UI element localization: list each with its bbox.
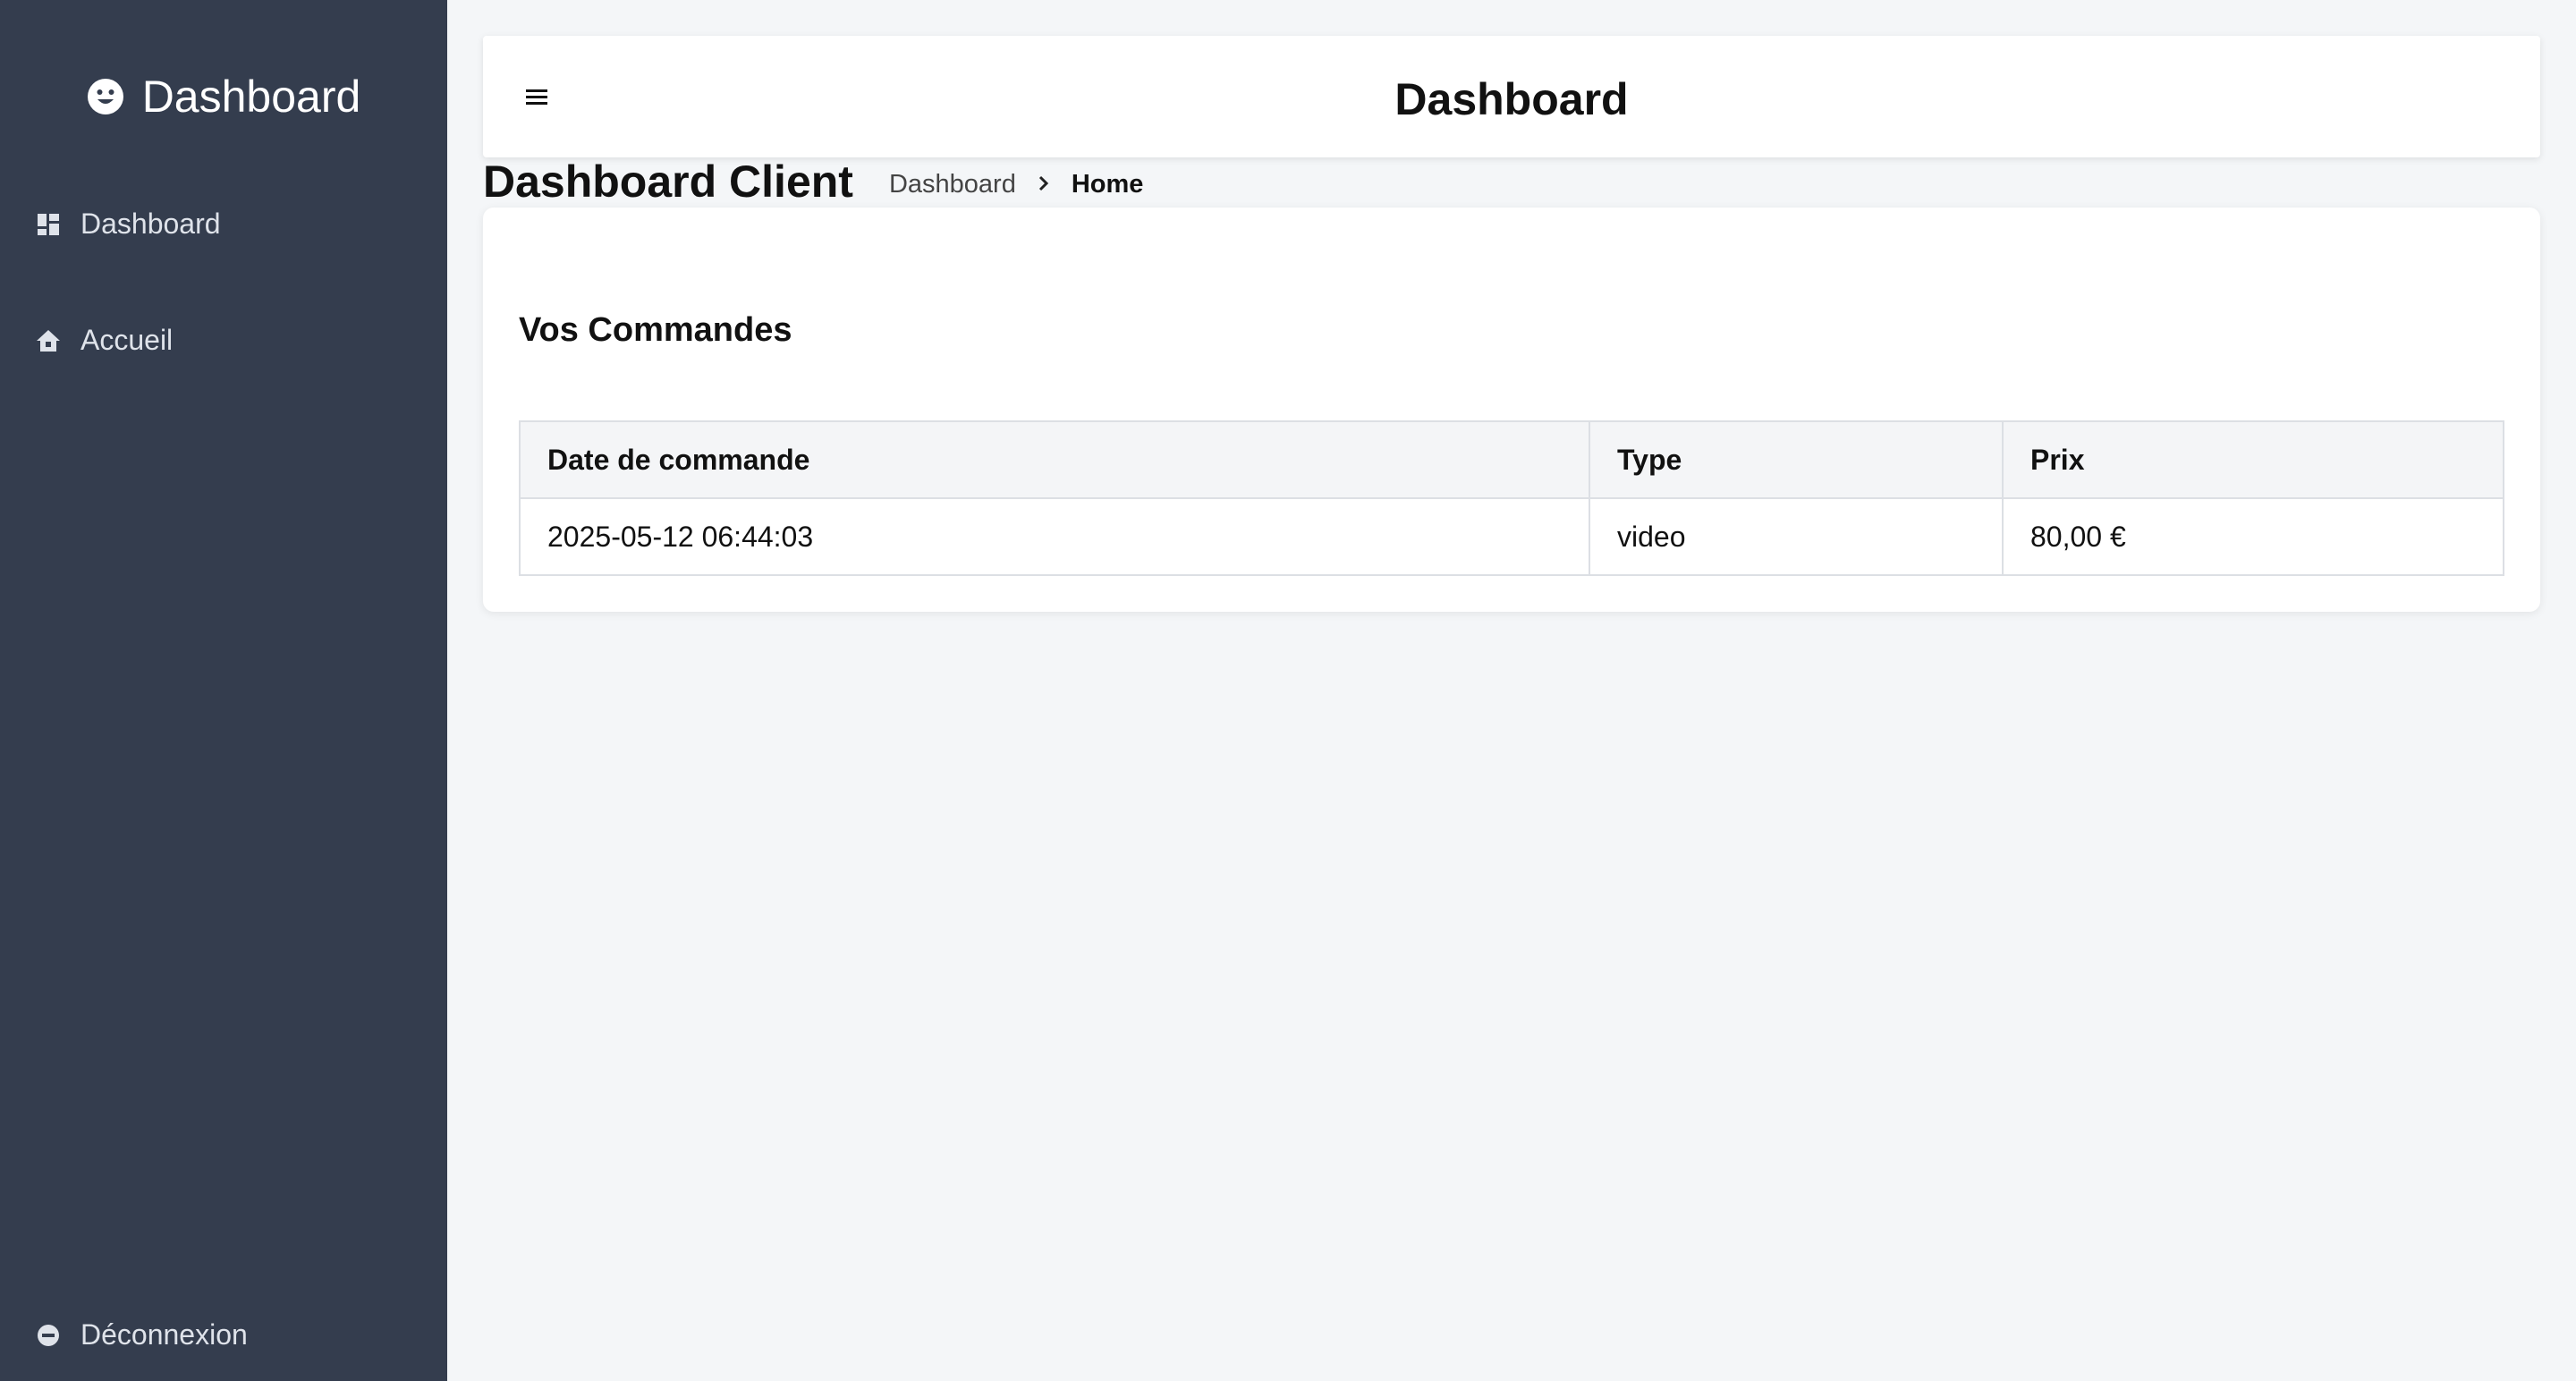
orders-card: Vos Commandes Date de commande Type Prix… <box>483 208 2540 612</box>
breadcrumb-current: Home <box>1071 169 1144 199</box>
column-header-type: Type <box>1589 420 2004 499</box>
cell-date: 2025-05-12 06:44:03 <box>519 497 1590 576</box>
cell-price: 80,00 € <box>2002 497 2504 576</box>
sidebar-item-label: Accueil <box>80 324 174 356</box>
sidebar-brand[interactable]: Dashboard <box>0 63 447 131</box>
top-header: Dashboard <box>483 36 2540 157</box>
app-root: Dashboard Dashboard Accueil Déconnexion … <box>0 0 2576 1381</box>
table-header-row: Date de commande Type Prix <box>519 420 2504 499</box>
page-title-row: Dashboard Client Dashboard Home <box>483 154 1143 209</box>
breadcrumb-link-dashboard[interactable]: Dashboard <box>889 170 1016 199</box>
column-header-date: Date de commande <box>519 420 1590 499</box>
orders-title: Vos Commandes <box>519 311 792 349</box>
brand-title: Dashboard <box>141 72 361 122</box>
page-title: Dashboard Client <box>483 157 853 207</box>
chevron-right-icon <box>1038 171 1050 199</box>
breadcrumb: Dashboard Home <box>889 165 1143 199</box>
column-header-price: Prix <box>2002 420 2504 499</box>
home-icon <box>36 328 61 353</box>
smiley-icon <box>87 78 124 115</box>
sidebar-item-label: Dashboard <box>80 208 221 240</box>
logout-label: Déconnexion <box>80 1318 248 1351</box>
table-row: 2025-05-12 06:44:03 video 80,00 € <box>519 497 2504 576</box>
header-title: Dashboard <box>1394 74 1629 124</box>
logout-button[interactable]: Déconnexion <box>36 1318 248 1351</box>
sidebar: Dashboard Dashboard Accueil Déconnexion <box>0 0 447 1381</box>
sidebar-item-accueil[interactable]: Accueil <box>36 324 173 357</box>
logout-icon <box>36 1323 61 1348</box>
grid-icon <box>36 212 61 237</box>
orders-table: Date de commande Type Prix 2025-05-12 06… <box>519 420 2504 576</box>
cell-type: video <box>1589 497 2004 576</box>
sidebar-item-dashboard[interactable]: Dashboard <box>36 208 221 241</box>
